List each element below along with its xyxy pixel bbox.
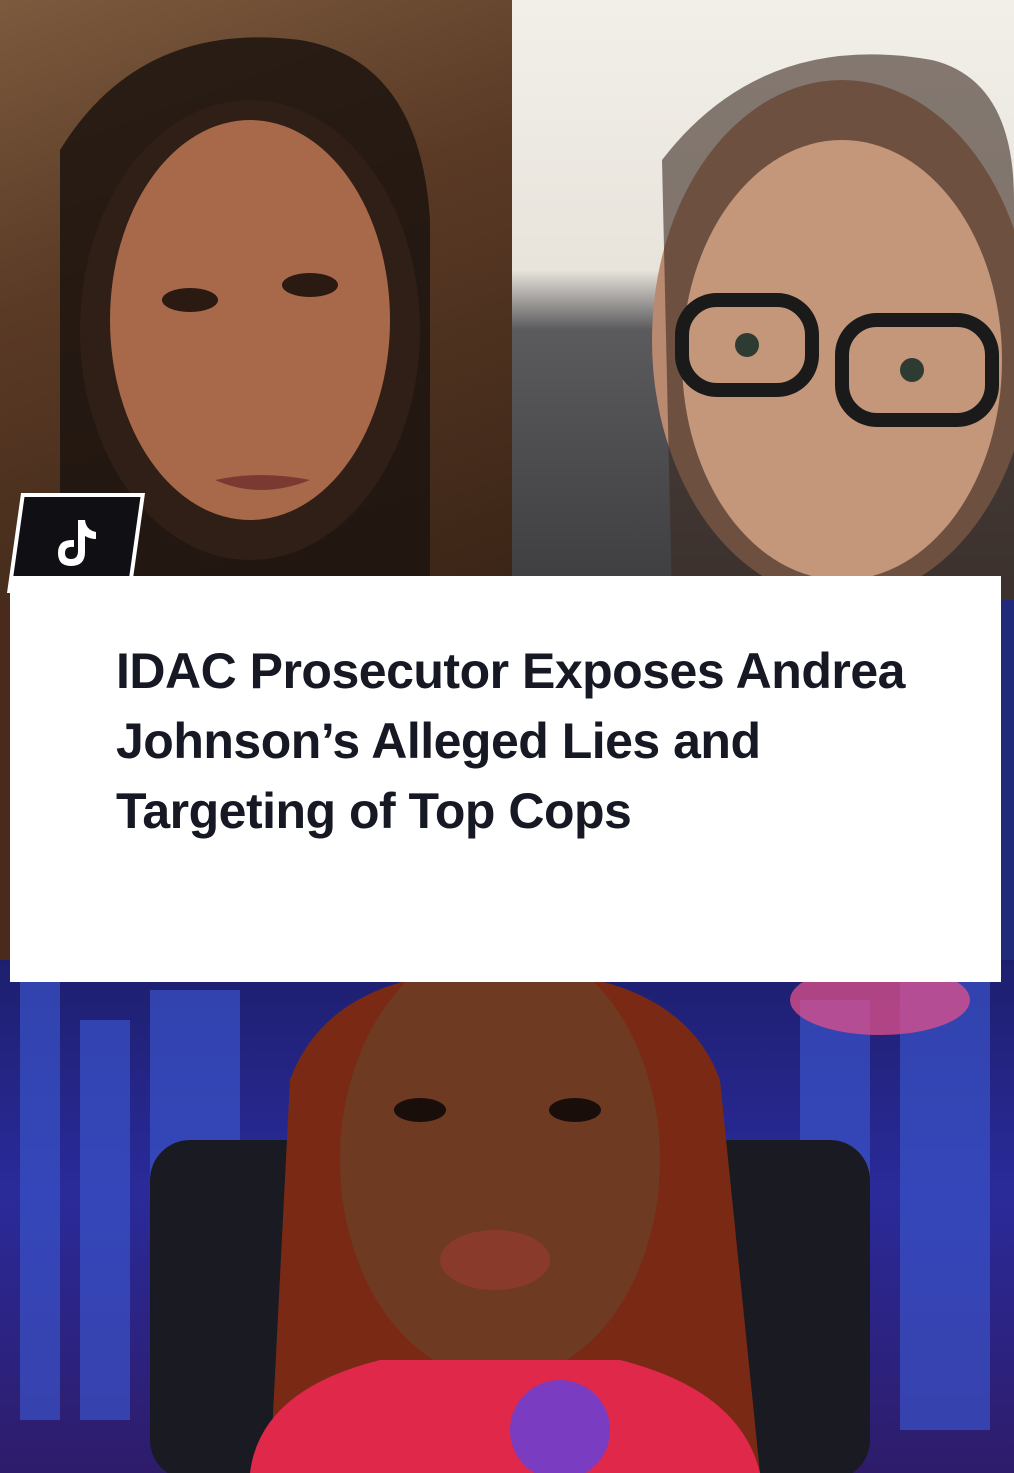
tiktok-logo-icon xyxy=(58,520,96,566)
bottom-photo-panel xyxy=(0,960,1014,1473)
caption-title: IDAC Prosecutor Exposes Andrea Johnson’s… xyxy=(116,643,905,839)
presenter-portrait xyxy=(150,960,970,1473)
caption-card: IDAC Prosecutor Exposes Andrea Johnson’s… xyxy=(10,576,1001,982)
right-photo-panel xyxy=(512,0,1014,600)
woman-portrait-right xyxy=(652,54,1014,600)
